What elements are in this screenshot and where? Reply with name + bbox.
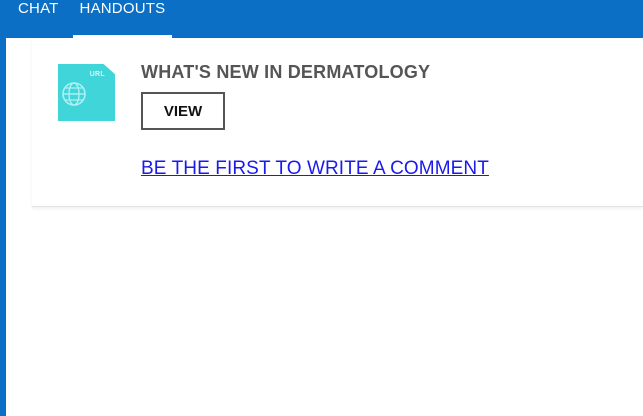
tab-bar: CHAT HANDOUTS [6, 0, 643, 38]
handouts-list: URL WHAT'S NEW IN DERMATOLOGY VIEW BE TH… [6, 38, 643, 416]
tab-chat-label: CHAT [18, 0, 59, 17]
handout-title: WHAT'S NEW IN DERMATOLOGY [141, 62, 431, 82]
thumbnail-label: URL [89, 71, 105, 78]
url-thumbnail: URL [58, 64, 115, 121]
tab-handouts[interactable]: HANDOUTS [72, 0, 173, 38]
handouts-panel: CHAT HANDOUTS URL WHAT'S NEW IN DERMATOL… [0, 0, 643, 416]
tab-handouts-label: HANDOUTS [79, 0, 166, 17]
view-button[interactable]: VIEW [141, 92, 225, 130]
list-item: URL WHAT'S NEW IN DERMATOLOGY VIEW BE TH… [32, 38, 643, 207]
write-comment-link[interactable]: BE THE FIRST TO WRITE A COMMENT [141, 158, 489, 180]
tab-chat[interactable]: CHAT [14, 0, 63, 38]
globe-icon [62, 82, 86, 106]
